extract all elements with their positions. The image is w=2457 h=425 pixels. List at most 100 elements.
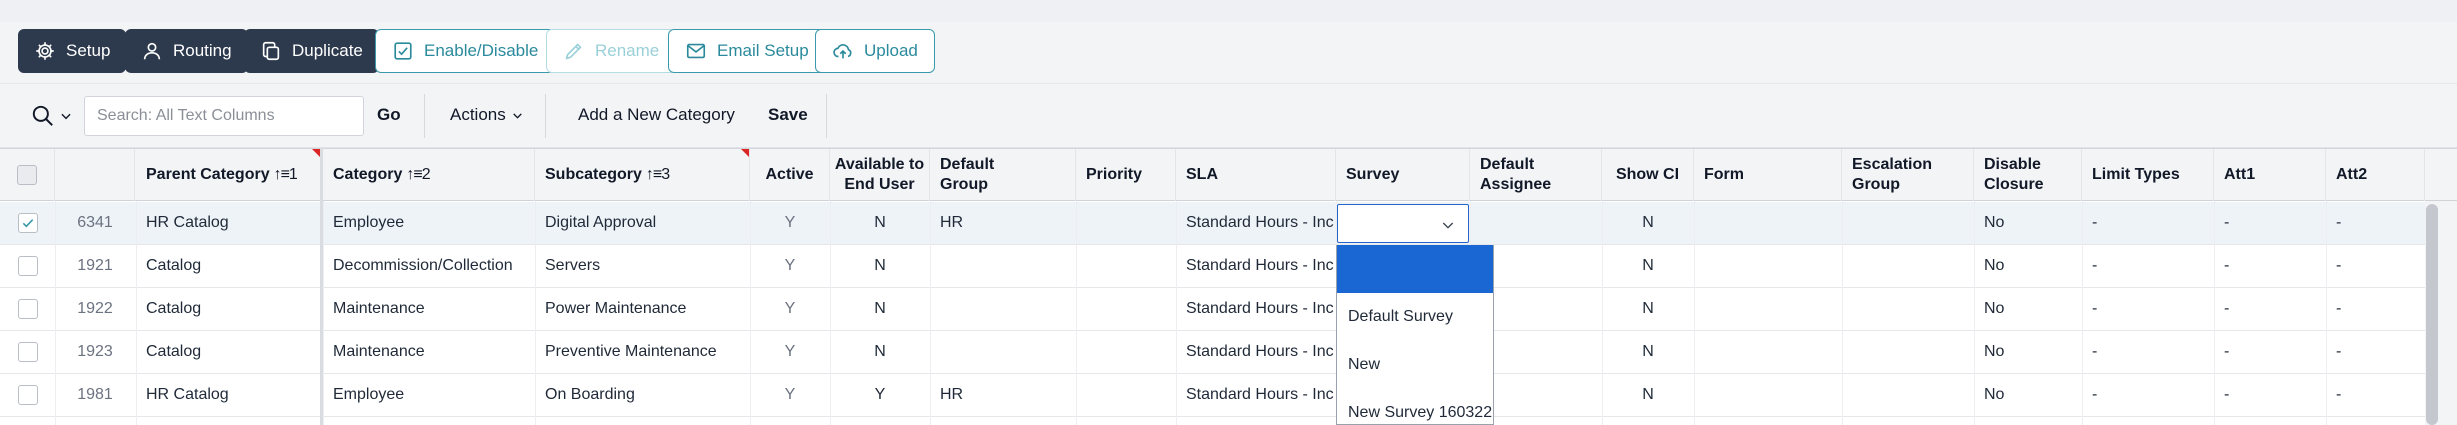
cell-escalation[interactable]	[1842, 374, 1974, 416]
column-header-disable[interactable]: Disable Closure	[1974, 149, 2082, 201]
cell-active[interactable]: Y	[750, 202, 830, 244]
cell-priority[interactable]	[1076, 202, 1176, 244]
cell-sla[interactable]: Standard Hours - Inc	[1176, 245, 1336, 287]
enable-disable-button[interactable]: Enable/Disable	[375, 29, 556, 73]
cell-category[interactable]: Maintenance	[323, 288, 535, 330]
cell-att1[interactable]: -	[2214, 245, 2326, 287]
email-setup-button[interactable]: Email Setup	[668, 29, 826, 73]
cell-category[interactable]: Employee	[323, 202, 535, 244]
column-header-showci[interactable]: Show CI	[1602, 149, 1694, 201]
cell-showci[interactable]: N	[1602, 331, 1694, 373]
cell-subcategory[interactable]: Power Maintenance	[535, 288, 750, 330]
cell-parent[interactable]: Catalog	[136, 245, 321, 287]
cell-group[interactable]	[930, 245, 1076, 287]
cell-limit[interactable]: -	[2082, 245, 2214, 287]
upload-button[interactable]: Upload	[815, 29, 935, 73]
cell-priority[interactable]	[1076, 331, 1176, 373]
column-header-limit[interactable]: Limit Types	[2082, 149, 2214, 201]
cell-escalation[interactable]	[1842, 288, 1974, 330]
cell-form[interactable]	[1694, 331, 1842, 373]
cell-limit[interactable]: -	[2082, 374, 2214, 416]
column-header-subcategory[interactable]: Subcategory ↑≡3	[535, 149, 750, 201]
cell-att2[interactable]: -	[2326, 331, 2425, 373]
search-column-selector[interactable]	[30, 102, 74, 130]
cell-subcategory[interactable]: Preventive Maintenance	[535, 331, 750, 373]
cell-form[interactable]	[1694, 202, 1842, 244]
cell-sla[interactable]: Standard Hours - Inc	[1176, 331, 1336, 373]
cell-priority[interactable]	[1076, 245, 1176, 287]
cell-sla[interactable]: Standard Hours - Inc	[1176, 202, 1336, 244]
cell-group[interactable]: HR	[930, 374, 1076, 416]
cell-form[interactable]	[1694, 374, 1842, 416]
column-header-category[interactable]: Category ↑≡2	[323, 149, 535, 201]
cell-disable[interactable]: No	[1974, 288, 2082, 330]
column-header-active[interactable]: Active	[750, 149, 830, 201]
add-category-button[interactable]: Add a New Category	[578, 105, 735, 125]
cell-showci[interactable]: N	[1602, 288, 1694, 330]
column-header-sla[interactable]: SLA	[1176, 149, 1336, 201]
search-input[interactable]	[84, 96, 364, 136]
column-header-parent[interactable]: Parent Category ↑≡1	[136, 149, 321, 201]
cell-att1[interactable]: -	[2214, 331, 2326, 373]
cell-group[interactable]	[930, 288, 1076, 330]
cell-showci[interactable]: N	[1602, 374, 1694, 416]
cell-limit[interactable]: -	[2082, 288, 2214, 330]
cell-disable[interactable]: No	[1974, 374, 2082, 416]
cell-available[interactable]: N	[830, 331, 930, 373]
cell-att2[interactable]: -	[2326, 245, 2425, 287]
cell-showci[interactable]: N	[1602, 245, 1694, 287]
cell-active[interactable]: Y	[750, 245, 830, 287]
cell-available[interactable]: N	[830, 202, 930, 244]
cell-priority[interactable]	[1076, 374, 1176, 416]
cell-category[interactable]: Decommission/Collection	[323, 245, 535, 287]
cell-showci[interactable]: N	[1602, 202, 1694, 244]
cell-limit[interactable]: -	[2082, 202, 2214, 244]
cell-subcategory[interactable]: On Boarding	[535, 374, 750, 416]
cell-priority[interactable]	[1076, 288, 1176, 330]
survey-select[interactable]	[1337, 204, 1469, 243]
column-header-survey[interactable]: Survey	[1336, 149, 1470, 201]
column-header-att2[interactable]: Att2	[2326, 149, 2425, 201]
cell-parent[interactable]: HR Catalog	[136, 374, 321, 416]
cell-category[interactable]: Employee	[323, 374, 535, 416]
cell-form[interactable]	[1694, 245, 1842, 287]
cell-subcategory[interactable]: Digital Approval	[535, 202, 750, 244]
row-checkbox[interactable]	[17, 213, 38, 233]
cell-group[interactable]	[930, 331, 1076, 373]
cell-escalation[interactable]	[1842, 331, 1974, 373]
cell-sla[interactable]: Standard Hours - Inc	[1176, 288, 1336, 330]
survey-option[interactable]: New	[1337, 341, 1493, 389]
cell-att2[interactable]: -	[2326, 374, 2425, 416]
cell-parent[interactable]: HR Catalog	[136, 202, 321, 244]
duplicate-button[interactable]: Duplicate	[244, 29, 379, 73]
cell-form[interactable]	[1694, 288, 1842, 330]
cell-parent[interactable]: Catalog	[136, 331, 321, 373]
cell-sla[interactable]: Standard Hours - Inc	[1176, 374, 1336, 416]
cell-att1[interactable]: -	[2214, 288, 2326, 330]
row-checkbox[interactable]	[17, 342, 38, 362]
actions-menu[interactable]: Actions	[450, 105, 524, 125]
column-header-group[interactable]: Default Group	[930, 149, 1076, 201]
cell-assignee[interactable]	[1470, 202, 1602, 244]
column-header-escalation[interactable]: Escalation Group	[1842, 149, 1974, 201]
cell-escalation[interactable]	[1842, 202, 1974, 244]
column-header-att1[interactable]: Att1	[2214, 149, 2326, 201]
cell-att2[interactable]: -	[2326, 202, 2425, 244]
cell-active[interactable]: Y	[750, 331, 830, 373]
column-header-form[interactable]: Form	[1694, 149, 1842, 201]
cell-active[interactable]: Y	[750, 288, 830, 330]
cell-parent[interactable]: Catalog	[136, 288, 321, 330]
column-header-id[interactable]	[55, 149, 135, 201]
setup-button[interactable]: Setup	[18, 29, 127, 73]
survey-option[interactable]	[1337, 245, 1493, 293]
cell-att1[interactable]: -	[2214, 202, 2326, 244]
cell-limit[interactable]: -	[2082, 331, 2214, 373]
survey-option[interactable]: Default Survey	[1337, 293, 1493, 341]
table-row[interactable]: 6341 HR Catalog Employee Digital Approval Y N…	[0, 202, 2425, 245]
cell-active[interactable]: Y	[750, 374, 830, 416]
row-checkbox[interactable]	[17, 256, 38, 276]
cell-att1[interactable]: -	[2214, 374, 2326, 416]
column-header-available[interactable]: Available to End User	[830, 149, 930, 201]
survey-option[interactable]: New Survey 160322	[1337, 389, 1493, 425]
table-row[interactable]: 1922 Catalog Maintenance Power Maintenance Y…	[0, 288, 2425, 331]
